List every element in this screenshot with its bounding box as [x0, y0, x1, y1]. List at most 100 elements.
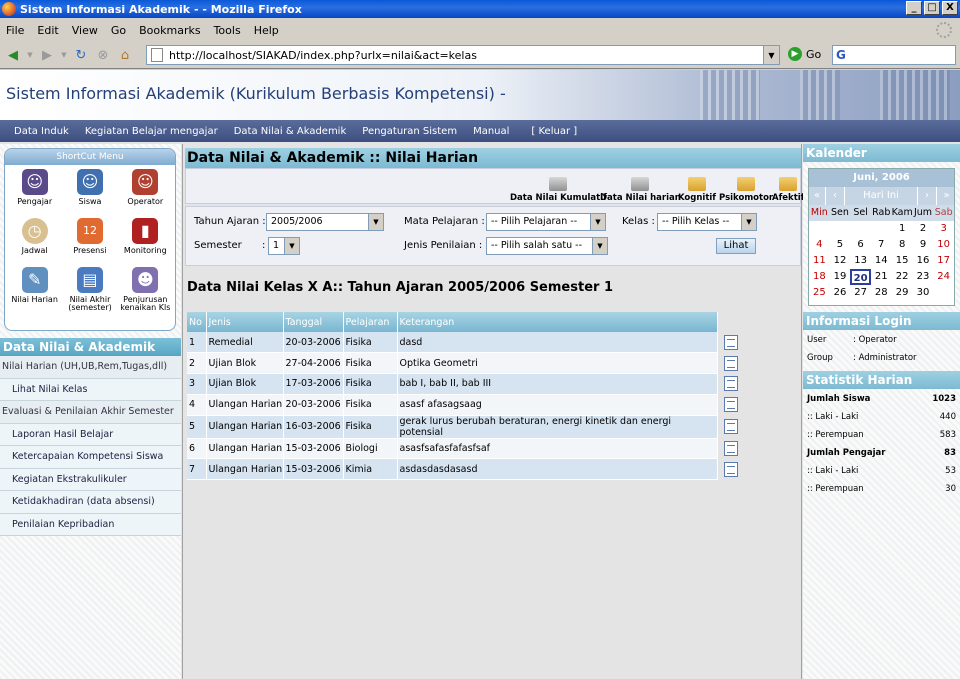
- sidebar-item-lihat-nilai-kelas[interactable]: Lihat Nilai Kelas: [0, 378, 181, 401]
- close-button[interactable]: X: [942, 1, 958, 15]
- stop-icon[interactable]: ⊗: [94, 46, 112, 64]
- sidebar-item-ketidakhadiran[interactable]: Ketidakhadiran (data absensi): [0, 491, 181, 514]
- shortcut-nilai-harian[interactable]: ✎ Nilai Harian: [7, 267, 62, 314]
- maximize-button[interactable]: □: [924, 1, 940, 15]
- menu-tools[interactable]: Tools: [214, 24, 241, 37]
- search-input[interactable]: G: [832, 45, 956, 65]
- prev-month-button[interactable]: ‹: [826, 187, 845, 205]
- shortcut-siswa[interactable]: ☺ Siswa: [62, 169, 117, 216]
- sidebar-item-ekstrakulikuler[interactable]: Kegiatan Ekstrakulikuler: [0, 468, 181, 491]
- menu-help[interactable]: Help: [254, 24, 279, 37]
- minimize-button[interactable]: _: [906, 1, 922, 15]
- view-detail-icon[interactable]: [723, 334, 738, 350]
- view-detail-icon[interactable]: [723, 461, 738, 477]
- shortcut-penjurusan[interactable]: ☻ Penjurusan kenaikan Kls: [118, 267, 173, 314]
- chevron-down-icon: ▼: [368, 214, 383, 230]
- calendar-day[interactable]: 22: [892, 269, 913, 285]
- nav-pengaturan[interactable]: Pengaturan Sistem: [362, 126, 457, 137]
- calendar-day[interactable]: 5: [830, 237, 851, 253]
- reload-icon[interactable]: ↻: [72, 46, 90, 64]
- calendar-day[interactable]: 12: [830, 253, 851, 269]
- calendar-day[interactable]: 14: [871, 253, 892, 269]
- calendar-day[interactable]: 25: [809, 285, 830, 301]
- shortcut-operator[interactable]: ☺ Operator: [118, 169, 173, 216]
- prev-year-button[interactable]: «: [809, 187, 826, 205]
- home-icon[interactable]: ⌂: [116, 46, 134, 64]
- nav-data-induk[interactable]: Data Induk: [14, 126, 69, 137]
- view-detail-icon[interactable]: [723, 355, 738, 371]
- go-button[interactable]: ▶ Go: [788, 47, 821, 61]
- menu-go[interactable]: Go: [111, 24, 126, 37]
- toolbar-label: Data Nilai harian: [600, 193, 681, 203]
- url-dropdown-icon[interactable]: ▼: [763, 46, 779, 64]
- dropdown-icon[interactable]: ▼: [26, 46, 34, 64]
- semester-select[interactable]: 1 ▼: [268, 237, 300, 255]
- calendar-day[interactable]: 1: [892, 221, 913, 237]
- sidebar-item-kepribadian[interactable]: Penilaian Kepribadian: [0, 513, 181, 536]
- lihat-button[interactable]: Lihat: [716, 238, 756, 254]
- menu-file[interactable]: File: [6, 24, 24, 37]
- nav-data-nilai[interactable]: Data Nilai & Akademik: [234, 126, 347, 137]
- calendar-day[interactable]: 27: [850, 285, 871, 301]
- calendar-day[interactable]: 15: [892, 253, 913, 269]
- nav-manual[interactable]: Manual: [473, 126, 509, 137]
- afektif-button[interactable]: Afektif: [772, 171, 804, 203]
- sidebar-group-evaluasi[interactable]: Evaluasi & Penilaian Akhir Semester: [0, 401, 181, 424]
- view-detail-icon[interactable]: [723, 441, 738, 457]
- calendar-day[interactable]: 23: [913, 269, 934, 285]
- calendar-day[interactable]: 18: [809, 269, 830, 285]
- sidebar-group-nilai-harian[interactable]: Nilai Harian (UH,UB,Rem,Tugas,dll): [0, 356, 181, 379]
- kumulatif-button[interactable]: Data Nilai Kumulatif: [510, 171, 607, 203]
- calendar-day[interactable]: 20: [850, 269, 871, 285]
- dropdown-icon[interactable]: ▼: [60, 46, 68, 64]
- calendar-day[interactable]: 10: [933, 237, 954, 253]
- calendar-day[interactable]: 6: [850, 237, 871, 253]
- view-detail-icon[interactable]: [723, 397, 738, 413]
- shortcut-monitoring[interactable]: ▮ Monitoring: [118, 218, 173, 265]
- shortcut-nilai-akhir[interactable]: ▤ Nilai Akhir (semester): [62, 267, 117, 314]
- calendar-day[interactable]: 13: [850, 253, 871, 269]
- table-row: 2 Ujian Blok 27-04-2006 Fisika Optika Geomet…: [187, 352, 739, 375]
- jenis-select[interactable]: -- Pilih salah satu -- ▼: [486, 237, 608, 255]
- shortcut-jadwal[interactable]: ◷ Jadwal: [7, 218, 62, 265]
- today-button[interactable]: Hari Ini: [845, 187, 918, 205]
- menu-bookmarks[interactable]: Bookmarks: [139, 24, 200, 37]
- calendar-day[interactable]: 8: [892, 237, 913, 253]
- calendar-day[interactable]: 30: [913, 285, 934, 301]
- harian-button[interactable]: Data Nilai harian: [600, 171, 681, 203]
- calendar-day[interactable]: 3: [933, 221, 954, 237]
- back-icon[interactable]: ◀: [4, 46, 22, 64]
- calendar-day[interactable]: 7: [871, 237, 892, 253]
- calendar-day[interactable]: 11: [809, 253, 830, 269]
- calendar-day[interactable]: 26: [830, 285, 851, 301]
- mapel-select[interactable]: -- Pilih Pelajaran -- ▼: [486, 213, 606, 231]
- kognitif-button[interactable]: Kognitif: [678, 171, 716, 203]
- calendar-day[interactable]: 17: [933, 253, 954, 269]
- calendar-day[interactable]: 4: [809, 237, 830, 253]
- menu-edit[interactable]: Edit: [37, 24, 58, 37]
- shortcut-presensi[interactable]: 12 Presensi: [62, 218, 117, 265]
- calendar-day[interactable]: 9: [913, 237, 934, 253]
- calendar-day[interactable]: 2: [913, 221, 934, 237]
- nav-kegiatan-belajar[interactable]: Kegiatan Belajar mengajar: [85, 126, 218, 137]
- calendar-day[interactable]: 24: [933, 269, 954, 285]
- kelas-select[interactable]: -- Pilih Kelas -- ▼: [657, 213, 757, 231]
- forward-icon[interactable]: ▶: [38, 46, 56, 64]
- calendar-day[interactable]: 19: [830, 269, 851, 285]
- shortcut-pengajar[interactable]: ☺ Pengajar: [7, 169, 62, 216]
- next-month-button[interactable]: ›: [918, 187, 937, 205]
- nav-keluar[interactable]: [ Keluar ]: [531, 126, 577, 137]
- calendar-day[interactable]: 28: [871, 285, 892, 301]
- calendar-day[interactable]: 29: [892, 285, 913, 301]
- view-detail-icon[interactable]: [723, 376, 738, 392]
- view-detail-icon[interactable]: [723, 419, 738, 435]
- menu-view[interactable]: View: [72, 24, 98, 37]
- calendar-day[interactable]: 21: [871, 269, 892, 285]
- calendar-day[interactable]: 16: [913, 253, 934, 269]
- psikomotor-button[interactable]: Psikomotor: [719, 171, 773, 203]
- sidebar-item-ketercapaian[interactable]: Ketercapaian Kompetensi Siswa: [0, 446, 181, 469]
- next-year-button[interactable]: »: [937, 187, 956, 205]
- url-bar[interactable]: http://localhost/SIAKAD/index.php?urlx=n…: [146, 45, 780, 65]
- sidebar-item-laporan[interactable]: Laporan Hasil Belajar: [0, 423, 181, 446]
- tahun-select[interactable]: 2005/2006 ▼: [266, 213, 384, 231]
